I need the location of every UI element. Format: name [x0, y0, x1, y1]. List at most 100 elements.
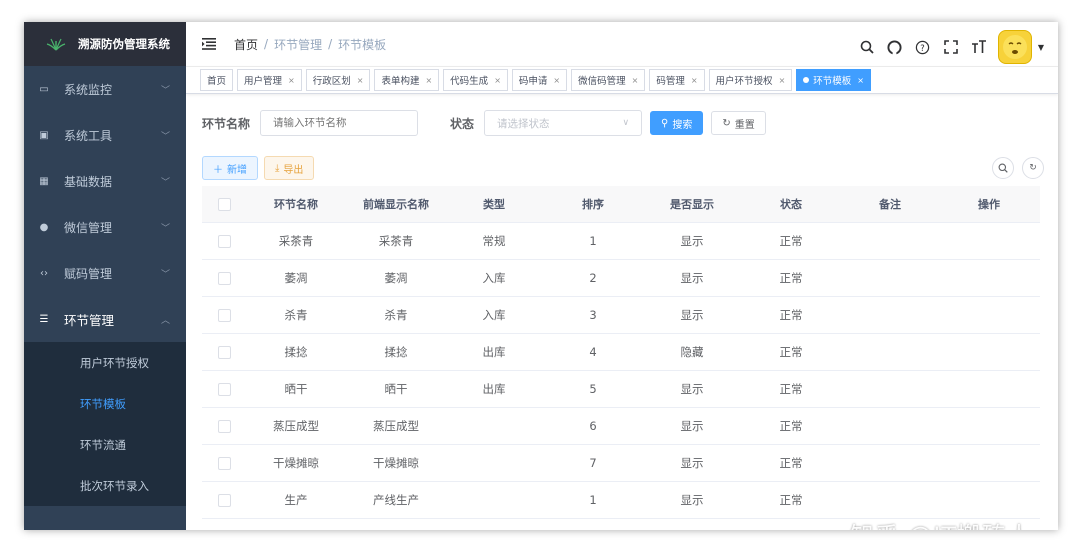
- reset-button[interactable]: ↻ 重置: [711, 111, 766, 135]
- tag-item[interactable]: 首页: [200, 69, 234, 91]
- github-icon[interactable]: [886, 38, 904, 56]
- tag-label: 代码生成: [450, 76, 489, 87]
- user-avatar[interactable]: [997, 30, 1032, 64]
- toolbox-icon: ▣: [39, 129, 49, 141]
- table-cell: 晒干: [284, 382, 308, 396]
- font-size-icon[interactable]: [970, 38, 988, 56]
- name-input[interactable]: [260, 110, 419, 136]
- row-checkbox-cell[interactable]: [202, 382, 246, 396]
- table-cell: 干燥摊晾: [373, 456, 419, 470]
- checkbox[interactable]: [217, 308, 231, 322]
- table-row[interactable]: 采茶青 采茶青 常规 1 显示 正常: [202, 223, 1040, 260]
- row-checkbox-cell[interactable]: [202, 271, 246, 285]
- table-row[interactable]: 蒸压成型 蒸压成型 6 显示 正常: [202, 408, 1040, 445]
- checkbox[interactable]: [217, 493, 231, 507]
- submenu-item[interactable]: 用户环节授权: [24, 342, 186, 383]
- close-icon[interactable]: ×: [288, 76, 295, 85]
- submenu-item[interactable]: 环节流通: [24, 424, 186, 465]
- help-icon[interactable]: ?: [914, 38, 932, 56]
- close-icon[interactable]: ×: [779, 76, 786, 85]
- tag-item[interactable]: 表单构建 ×: [374, 69, 440, 91]
- fullscreen-icon[interactable]: [942, 38, 960, 56]
- checkbox[interactable]: [217, 456, 231, 470]
- checkbox[interactable]: [217, 234, 231, 248]
- tag-item[interactable]: 微信码管理 ×: [571, 69, 646, 91]
- checkbox[interactable]: [217, 382, 231, 396]
- checkbox[interactable]: [217, 419, 231, 433]
- search-icon: ⚲: [661, 117, 669, 129]
- logo[interactable]: 溯源防伪管理系统: [24, 22, 186, 66]
- tag-item[interactable]: 码管理 ×: [649, 69, 705, 91]
- row-checkbox-cell[interactable]: [202, 456, 246, 470]
- submenu-item[interactable]: 环节模板: [24, 383, 186, 424]
- close-icon[interactable]: ×: [632, 76, 639, 85]
- close-icon[interactable]: ×: [425, 76, 432, 85]
- close-icon[interactable]: ×: [691, 76, 698, 85]
- table-cell: 出库: [482, 382, 506, 396]
- checkbox[interactable]: [217, 345, 231, 359]
- sidebar-menu-item[interactable]: ▦ 基础数据 ﹀: [24, 158, 186, 204]
- table-row[interactable]: 杀青 杀青 入库 3 显示 正常: [202, 297, 1040, 334]
- row-checkbox-cell[interactable]: [202, 308, 246, 322]
- active-dot-icon: [803, 77, 810, 83]
- submenu-item[interactable]: 批次环节录入: [24, 465, 186, 506]
- row-checkbox-cell[interactable]: [202, 493, 246, 507]
- table-row[interactable]: 生产 产线生产 1 显示 正常: [202, 482, 1040, 519]
- tag-item[interactable]: 用户管理 ×: [237, 69, 302, 91]
- table-cell: 杀青: [284, 308, 308, 322]
- toolbar: ＋ 新增 ⤓ 导出: [202, 156, 315, 180]
- checkbox[interactable]: [217, 197, 231, 211]
- leaf-logo-icon: [46, 38, 66, 51]
- tag-item[interactable]: 环节模板 ×: [796, 69, 871, 91]
- column-header: 排序: [582, 198, 604, 211]
- tag-label: 首页: [207, 76, 227, 87]
- sidebar-menu-item[interactable]: ▭ 系统监控 ﹀: [24, 66, 186, 112]
- table-cell: 1: [589, 493, 597, 507]
- add-button[interactable]: ＋ 新增: [202, 156, 258, 180]
- tag-item[interactable]: 码申请 ×: [511, 69, 568, 91]
- tag-item[interactable]: 用户环节授权 ×: [708, 69, 793, 91]
- table-row[interactable]: 揉捻 揉捻 出库 4 隐藏 正常: [202, 334, 1040, 371]
- chevron-down-icon[interactable]: ▼: [1038, 43, 1044, 52]
- tag-item[interactable]: 代码生成 ×: [443, 69, 508, 91]
- close-icon[interactable]: ×: [494, 76, 501, 85]
- toggle-search-icon[interactable]: [992, 157, 1014, 179]
- row-checkbox-cell[interactable]: [202, 345, 246, 359]
- status-select[interactable]: 请选择状态 ∨: [484, 110, 643, 136]
- export-button[interactable]: ⤓ 导出: [264, 156, 315, 180]
- data-table: 环节名称 前端显示名称 类型 排序 是否显示 状态 备注 操作 采茶青 采茶青 常规…: [202, 186, 1040, 530]
- sidebar-menu-label: 系统监控: [64, 82, 113, 97]
- table-row[interactable]: 晒干 晒干 出库 5 显示 正常: [202, 371, 1040, 408]
- table-body: 采茶青 采茶青 常规 1 显示 正常 萎凋 萎凋 入库 2 显示 正常 杀青 杀青 入库 3 显示 正常 揉捻 揉捻出…: [202, 223, 1040, 530]
- checkbox[interactable]: [217, 271, 231, 285]
- refresh-icon[interactable]: ↻: [1022, 157, 1044, 179]
- select-all-checkbox[interactable]: [202, 197, 246, 211]
- row-checkbox-cell[interactable]: [202, 234, 246, 248]
- export-button-label: 导出: [283, 164, 304, 176]
- svg-text:?: ?: [921, 42, 925, 52]
- hamburger-icon[interactable]: [202, 38, 216, 50]
- table-header: 环节名称 前端显示名称 类型 排序 是否显示 状态 备注 操作: [202, 186, 1040, 223]
- table-cell: 显示: [680, 456, 704, 470]
- search-icon[interactable]: [858, 38, 876, 56]
- sidebar-menu-item[interactable]: ● 微信管理 ﹀: [24, 204, 186, 250]
- table-row[interactable]: 干燥摊晾 干燥摊晾 7 显示 正常: [202, 445, 1040, 482]
- tag-item[interactable]: 行政区划 ×: [305, 69, 371, 91]
- breadcrumb-home[interactable]: 首页: [234, 36, 258, 53]
- table-row[interactable]: 萎凋 萎凋 入库 2 显示 正常: [202, 260, 1040, 297]
- sidebar-menu-item[interactable]: ▣ 系统工具 ﹀: [24, 112, 186, 158]
- table-cell: 显示: [644, 529, 740, 530]
- row-checkbox-cell[interactable]: [202, 419, 246, 433]
- search-button[interactable]: ⚲ 搜索: [650, 111, 704, 135]
- close-icon[interactable]: ×: [857, 76, 864, 85]
- app-window: 溯源防伪管理系统 ▭ 系统监控 ﹀ ▣ 系统工具 ﹀ ▦ 基础数据 ﹀ ● 微信管理 ﹀ ‹› 赋码管理 ﹀…: [24, 22, 1058, 530]
- sidebar-menu-item[interactable]: ‹› 赋码管理 ﹀: [24, 250, 186, 296]
- submenu: 用户环节授权 环节模板 环节流通 批次环节录入: [24, 342, 186, 506]
- close-icon[interactable]: ×: [357, 76, 364, 85]
- close-icon[interactable]: ×: [553, 76, 560, 85]
- sidebar-menu-label: 赋码管理: [64, 266, 113, 281]
- sidebar-menu-label: 微信管理: [64, 220, 113, 235]
- add-button-label: 新增: [227, 164, 247, 176]
- sidebar-menu-item[interactable]: ☰ 环节管理 ︿: [24, 296, 186, 342]
- wechat-icon: ●: [39, 221, 49, 233]
